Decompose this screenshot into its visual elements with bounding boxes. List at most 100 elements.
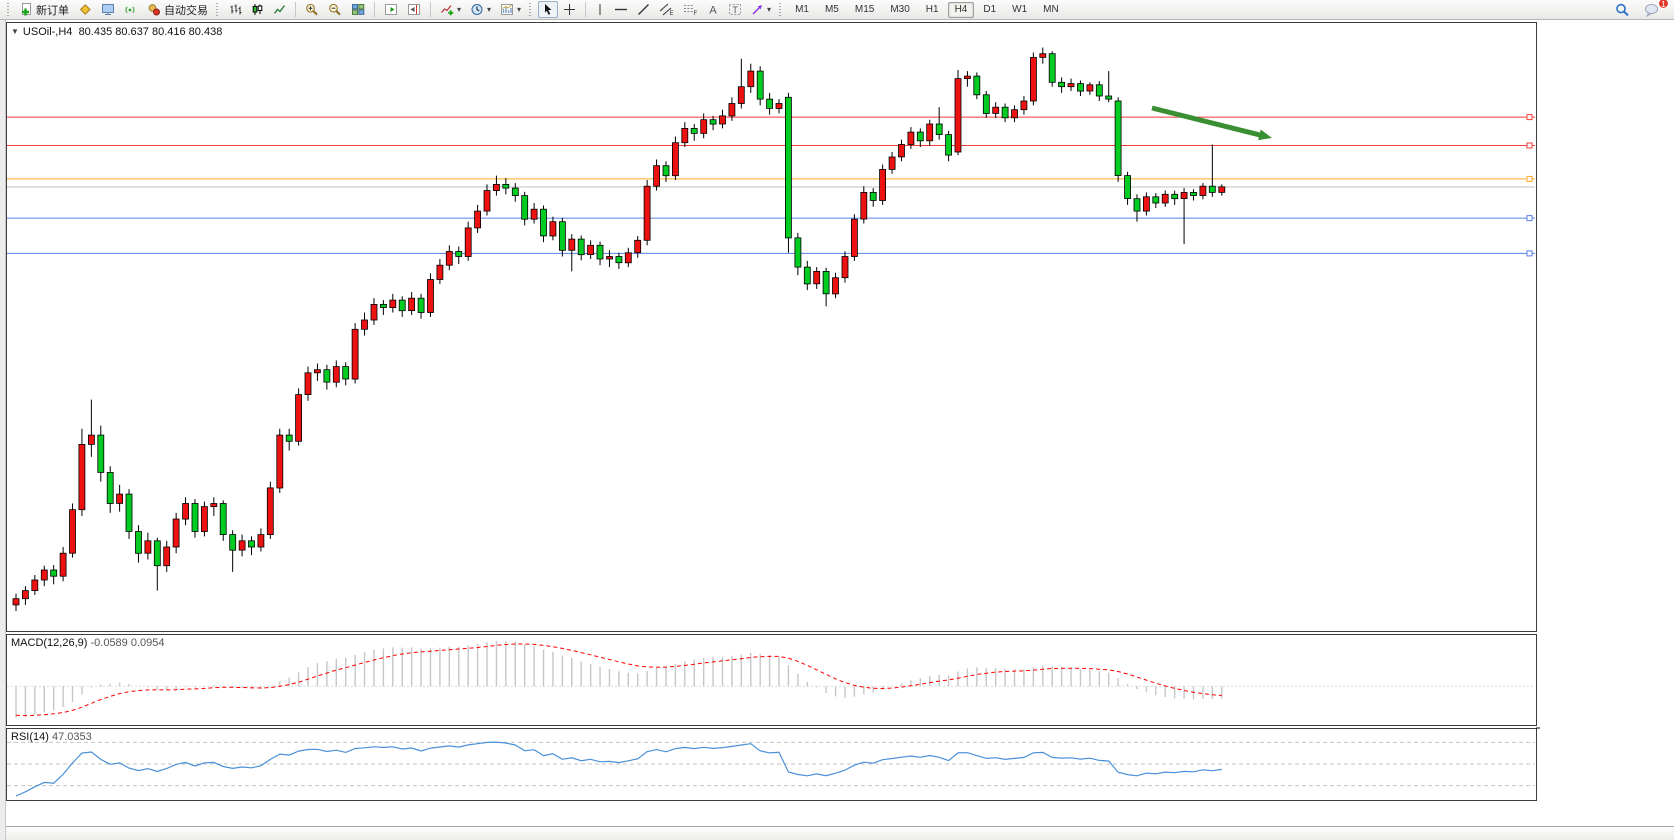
chart-shift-icon (407, 3, 421, 16)
bullish-candle (475, 211, 481, 228)
bullish-candle (955, 79, 961, 152)
new-chart-button[interactable] (97, 1, 119, 18)
bearish-candle (1096, 85, 1102, 96)
zoom-out-button[interactable] (324, 1, 346, 18)
bullish-candle (409, 298, 415, 310)
macd-signal-value: 0.0954 (131, 637, 165, 649)
bullish-candle (701, 120, 707, 134)
bullish-candle (654, 166, 660, 187)
bullish-candle (1030, 58, 1036, 102)
svg-text:F: F (694, 11, 698, 16)
search-icon (1615, 3, 1630, 17)
timeframe-m1-button[interactable]: M1 (788, 2, 816, 18)
bullish-candle (211, 504, 217, 507)
cursor-button[interactable] (538, 1, 558, 18)
toolbar-grip[interactable] (529, 3, 534, 17)
tile-windows-button[interactable] (347, 1, 369, 18)
bearish-candle (983, 95, 989, 114)
bullish-candle (173, 519, 179, 547)
bearish-candle (663, 166, 669, 176)
bullish-candle (899, 145, 905, 157)
toolbar-grip[interactable] (216, 3, 221, 17)
auto-scroll-button[interactable] (380, 1, 402, 18)
vertical-line-button[interactable] (591, 1, 609, 18)
bullish-candle (258, 535, 264, 547)
chart-candlesticks-button[interactable] (247, 1, 268, 18)
horizontal-line-button[interactable] (610, 1, 632, 18)
bearish-candle (1209, 186, 1215, 192)
bullish-candle (1012, 110, 1018, 118)
timeframe-m15-button[interactable]: M15 (848, 2, 881, 18)
level-line-handle (1527, 115, 1532, 120)
bearish-candle (804, 267, 810, 284)
periods-button[interactable]: ▾ (466, 1, 495, 18)
channel-button[interactable]: E (655, 1, 678, 18)
timeframe-m30-button[interactable]: M30 (883, 2, 916, 18)
bullish-candle (446, 252, 452, 266)
bullish-candle (13, 599, 19, 605)
bullish-candle (428, 280, 434, 313)
timeframe-h1-button[interactable]: H1 (919, 2, 946, 18)
macd-main-value: -0.0589 (90, 637, 127, 649)
timeframe-d1-button[interactable]: D1 (976, 2, 1003, 18)
signals-button[interactable] (120, 1, 142, 18)
bullish-candle (88, 435, 94, 444)
bullish-candle (437, 265, 443, 279)
bullish-candle (644, 186, 650, 240)
chart-bars-button[interactable] (225, 1, 246, 18)
bearish-candle (1125, 176, 1131, 199)
level-line-handle (1527, 251, 1532, 256)
bearish-candle (1078, 84, 1084, 92)
toolbar-grip[interactable] (7, 3, 12, 17)
bullish-candle (682, 128, 688, 142)
rsi-value: 47.0353 (52, 731, 92, 743)
indicators-button[interactable]: ▾ (436, 1, 465, 18)
cursor-icon (542, 3, 554, 16)
chart-window[interactable]: ▼USOil-,H4 80.435 80.637 80.416 80.438 M… (6, 20, 1674, 840)
bullish-candle (625, 253, 631, 263)
chart-line-button[interactable] (269, 1, 290, 18)
arrow-shape-icon (751, 3, 764, 16)
text-button[interactable]: A (703, 1, 723, 18)
autotrade-button[interactable]: 自动交易 (143, 1, 212, 18)
bullish-candle (465, 228, 471, 257)
market-watch-button[interactable] (74, 1, 96, 18)
bearish-candle (541, 209, 547, 236)
trendline-button[interactable] (633, 1, 654, 18)
autotrade-icon (147, 3, 161, 16)
timeframe-h4-button[interactable]: H4 (948, 2, 975, 18)
chart-canvas[interactable] (6, 20, 1674, 840)
bullish-candle (776, 104, 782, 109)
fibonacci-button[interactable]: F (679, 1, 702, 18)
signal-icon (124, 3, 138, 16)
bearish-candle (1153, 197, 1159, 203)
arrows-tool-button[interactable]: ▾ (747, 1, 775, 18)
label-button[interactable]: T (724, 1, 746, 18)
bullish-candle (607, 257, 613, 260)
chart-shift-button[interactable] (403, 1, 425, 18)
level-line-handle (1527, 143, 1532, 148)
timeframe-w1-button[interactable]: W1 (1005, 2, 1034, 18)
one-click-collapse-icon[interactable]: ▼ (11, 27, 19, 36)
timeframe-mn-button[interactable]: MN (1036, 2, 1066, 18)
new-order-button[interactable]: 新订单 (16, 1, 73, 18)
zoom-in-icon (305, 3, 319, 16)
bullish-candle (748, 71, 754, 87)
bullish-candle (550, 222, 556, 236)
toolbar-grip[interactable] (779, 3, 784, 17)
chat-button[interactable]: 1 (1640, 1, 1664, 18)
zoom-in-button[interactable] (301, 1, 323, 18)
bearish-candle (51, 570, 57, 576)
bearish-candle (1134, 199, 1140, 211)
timeframe-m5-button[interactable]: M5 (818, 2, 846, 18)
clock-icon (470, 3, 484, 16)
crosshair-button[interactable] (559, 1, 580, 18)
bearish-candle (946, 135, 952, 156)
bullish-candle (964, 76, 970, 79)
trendline-icon (637, 3, 650, 16)
template-icon (500, 3, 514, 16)
bearish-candle (220, 504, 226, 535)
bullish-candle (296, 395, 302, 442)
templates-button[interactable]: ▾ (496, 1, 525, 18)
search-button[interactable] (1611, 1, 1634, 18)
